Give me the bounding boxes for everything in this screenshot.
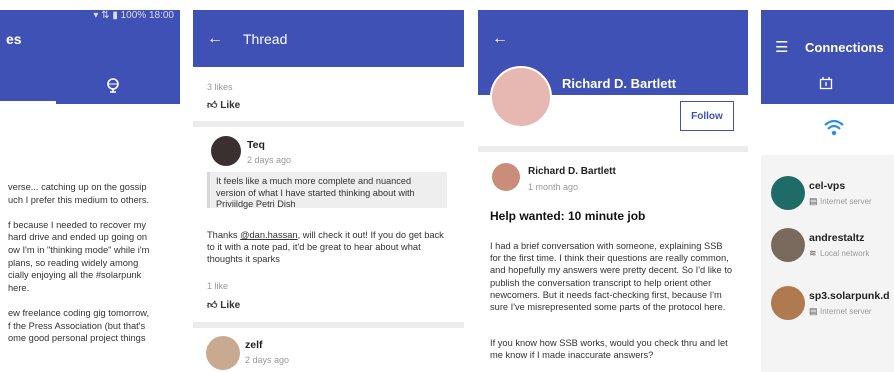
avatar[interactable] <box>211 136 241 166</box>
connections-panel: ☰ Connections cel-vps ▤ Internet server a… <box>761 0 894 372</box>
feed-panel: es ▾ ⇅ ▮ 100% 18:00 verse... catching up… <box>0 0 180 372</box>
wifi-icon[interactable] <box>823 118 845 138</box>
feed-text-line: verse... catching up on the gossip <box>8 182 147 192</box>
feed-text-line: ome good personal project things <box>8 333 146 344</box>
back-arrow-icon[interactable]: ← <box>207 30 223 48</box>
thread-title: Thread <box>243 30 288 47</box>
profile-panel: ← Richard D. Bartlett Follow Richard D. … <box>478 0 748 372</box>
avatar <box>771 228 805 262</box>
wifi-icon: ≋ <box>809 248 817 258</box>
feed-text-line: uch I prefer this medium to others. <box>8 194 150 205</box>
feed-text-line: cially enjoying all the #solarpunk <box>8 270 142 281</box>
like-button[interactable]: 👍︎ Like <box>207 99 240 111</box>
connection-type-label: Internet server <box>820 197 872 206</box>
post-author[interactable]: zelf <box>245 339 263 351</box>
feed-text-line: ew freelance coding gig tomorrow, <box>8 308 150 318</box>
connection-type-label: Internet server <box>820 307 872 316</box>
thread-panel: ← Thread 3 likes 👍︎ Like Teq 2 days ago … <box>193 0 464 372</box>
connections-title: Connections <box>805 40 884 55</box>
thumbs-up-icon: 👍︎ <box>207 100 218 111</box>
connection-type: ▤ Internet server <box>809 306 872 317</box>
post-heading: Help wanted: 10 minute job <box>490 209 646 223</box>
like-label: Like <box>220 100 241 111</box>
router-icon[interactable] <box>819 76 833 90</box>
post-time: 2 days ago <box>247 155 292 165</box>
follow-button[interactable]: Follow <box>680 101 734 131</box>
feed-title: es <box>6 30 22 47</box>
feed-text-line: f the Press Association (but that's <box>8 320 146 331</box>
connection-name: sp3.solarpunk.d <box>809 290 890 302</box>
list-item[interactable]: cel-vps ▤ Internet server <box>761 170 894 216</box>
avatar[interactable] <box>206 336 240 370</box>
post-body: Thanks @dan.hassan, will check it out! I… <box>207 229 452 266</box>
back-arrow-icon[interactable]: ← <box>492 30 508 48</box>
list-item[interactable]: andrestaltz ≋ Local network <box>761 222 894 268</box>
connection-name: andrestaltz <box>809 232 865 244</box>
feed-text-line: ow I'm in "thinking mode" while i'm <box>8 245 150 255</box>
connection-type: ▤ Internet server <box>809 196 872 207</box>
post-time: 2 days ago <box>245 355 290 365</box>
connection-type-label: Local network <box>820 249 870 258</box>
post-author[interactable]: Richard D. Bartlett <box>528 166 616 177</box>
blockquote: It feels like a much more complete and n… <box>207 172 447 209</box>
feed-text-line: here. <box>8 282 30 293</box>
feed-text-line: hard drive and ended up going on <box>8 232 148 243</box>
profile-name: Richard D. Bartlett <box>562 76 677 91</box>
server-icon: ▤ <box>809 196 818 206</box>
feed-text-line: plans, so reading widely among <box>8 257 139 268</box>
profile-avatar[interactable] <box>490 66 552 128</box>
connection-type: ≋ Local network <box>809 248 869 259</box>
divider <box>193 322 464 328</box>
thread-appbar: ← Thread <box>193 10 464 67</box>
status-text: 100% 18:00 <box>120 10 174 21</box>
feed-text-line: f because I needed to recover my <box>8 219 146 230</box>
likes-count: 1 like <box>207 281 229 291</box>
avatar[interactable] <box>492 163 520 191</box>
globe-icon[interactable] <box>105 77 121 93</box>
divider <box>478 146 748 152</box>
divider <box>193 121 464 127</box>
list-item[interactable]: sp3.solarpunk.d ▤ Internet server <box>761 280 894 326</box>
post-body-prefix: Thanks <box>207 230 241 240</box>
likes-count: 3 likes <box>207 82 233 92</box>
connection-name: cel-vps <box>809 180 846 192</box>
avatar <box>771 286 805 320</box>
connections-header: ☰ Connections <box>761 10 894 104</box>
post-time: 1 month ago <box>528 182 579 192</box>
post-author[interactable]: Teq <box>247 139 265 151</box>
menu-icon[interactable]: ☰ <box>775 38 788 56</box>
mention-link[interactable]: @dan.hassan <box>240 230 298 240</box>
post-body: If you know how SSB works, would you che… <box>490 338 728 361</box>
feed-tabbar <box>0 67 180 104</box>
tab-indicator <box>0 101 56 104</box>
like-button[interactable]: 👍︎ Like <box>207 299 240 311</box>
server-icon: ▤ <box>809 306 818 316</box>
connections-list: cel-vps ▤ Internet server andrestaltz ≋ Lo… <box>761 155 894 372</box>
avatar <box>771 176 805 210</box>
status-bar: ▾ ⇅ ▮ 100% 18:00 <box>93 10 174 21</box>
post-body: I had a brief conversation with someone,… <box>490 241 733 313</box>
signal-icon: ▾ ⇅ ▮ <box>93 10 121 21</box>
thumbs-up-icon: 👍︎ <box>207 300 218 311</box>
like-label: Like <box>220 300 241 311</box>
